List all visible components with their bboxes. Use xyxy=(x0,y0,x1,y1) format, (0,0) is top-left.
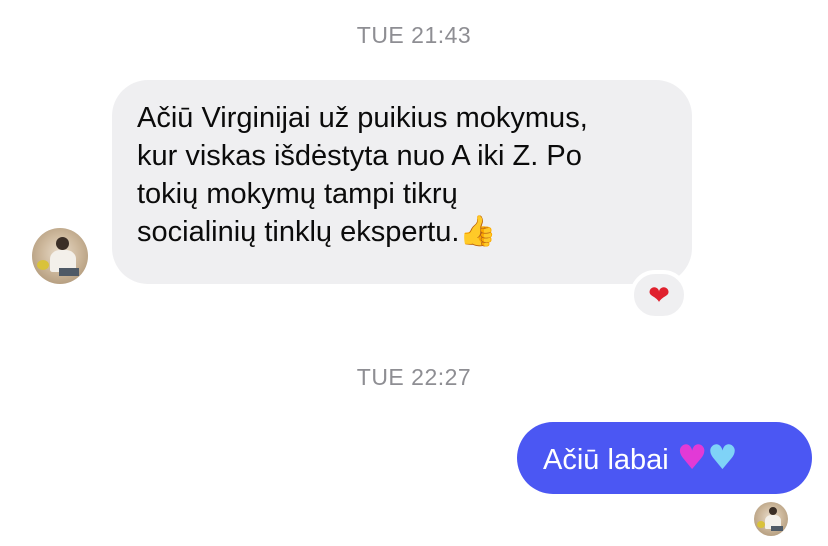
avatar-figure-head xyxy=(769,507,777,515)
pink-heart-icon: ♥ xyxy=(676,438,708,478)
message-line: tokių mokymų tampi tikrų xyxy=(137,178,458,210)
incoming-message-bubble[interactable]: Ačiū Virginijai už puikius mokymus, kur … xyxy=(112,80,692,284)
red-heart-icon[interactable]: ❤ xyxy=(630,270,688,320)
avatar-plant xyxy=(757,521,765,528)
light-blue-heart-icon: ♥ xyxy=(707,438,738,478)
message-line: Ačiū Virginijai už puikius mokymus, xyxy=(137,102,588,134)
avatar-laptop xyxy=(771,526,783,531)
outgoing-message-bubble[interactable]: Ačiū labai ♥♥ xyxy=(517,422,812,494)
avatar-plant xyxy=(37,260,49,270)
avatar-laptop xyxy=(59,268,79,276)
message-line: kur viskas išdėstyta nuo A iki Z. Po xyxy=(137,140,582,172)
thumbs-up-icon: 👍 xyxy=(459,214,497,249)
avatar-figure-head xyxy=(56,237,69,250)
read-receipt-avatar xyxy=(754,502,788,536)
sender-avatar[interactable] xyxy=(32,228,88,284)
outgoing-message-text: Ačiū labai xyxy=(543,444,677,476)
message-line-text: socialinių tinklų ekspertu. xyxy=(137,216,460,248)
timestamp: TUE 21:43 xyxy=(356,22,472,48)
message-line-last: socialinių tinklų ekspertu.👍 xyxy=(137,213,672,251)
timestamp: TUE 22:27 xyxy=(356,364,472,390)
